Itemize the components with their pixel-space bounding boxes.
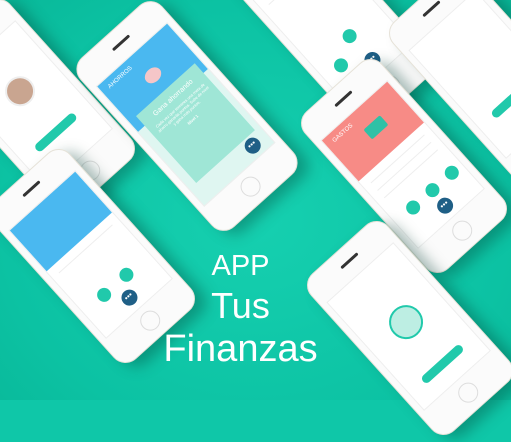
piggy-bank-icon (141, 64, 165, 87)
action-button[interactable] (339, 26, 360, 46)
savings-title: AHORROS (107, 65, 134, 91)
phone-speaker (111, 34, 131, 52)
cash-icon (363, 115, 389, 140)
home-button (454, 378, 483, 407)
continue-button[interactable] (489, 77, 511, 120)
phone-speaker (422, 0, 441, 18)
expenses-header: GASTOS (321, 81, 424, 182)
headline-app: APP (211, 250, 270, 282)
headline-tus: Tus (211, 285, 270, 326)
home-button (448, 216, 477, 245)
headline-finanzas: Finanzas (163, 328, 318, 370)
list-row (268, 0, 323, 5)
avatar (0, 70, 42, 113)
phone-speaker (22, 180, 41, 198)
more-button[interactable]: ••• (433, 194, 457, 217)
home-button (236, 172, 265, 201)
phone-speaker (334, 90, 353, 108)
category-button[interactable] (422, 180, 443, 201)
expenses-title: GASTOS (331, 122, 355, 145)
login-button[interactable] (33, 111, 79, 154)
category-button[interactable] (441, 162, 462, 183)
category-button[interactable] (403, 197, 424, 218)
